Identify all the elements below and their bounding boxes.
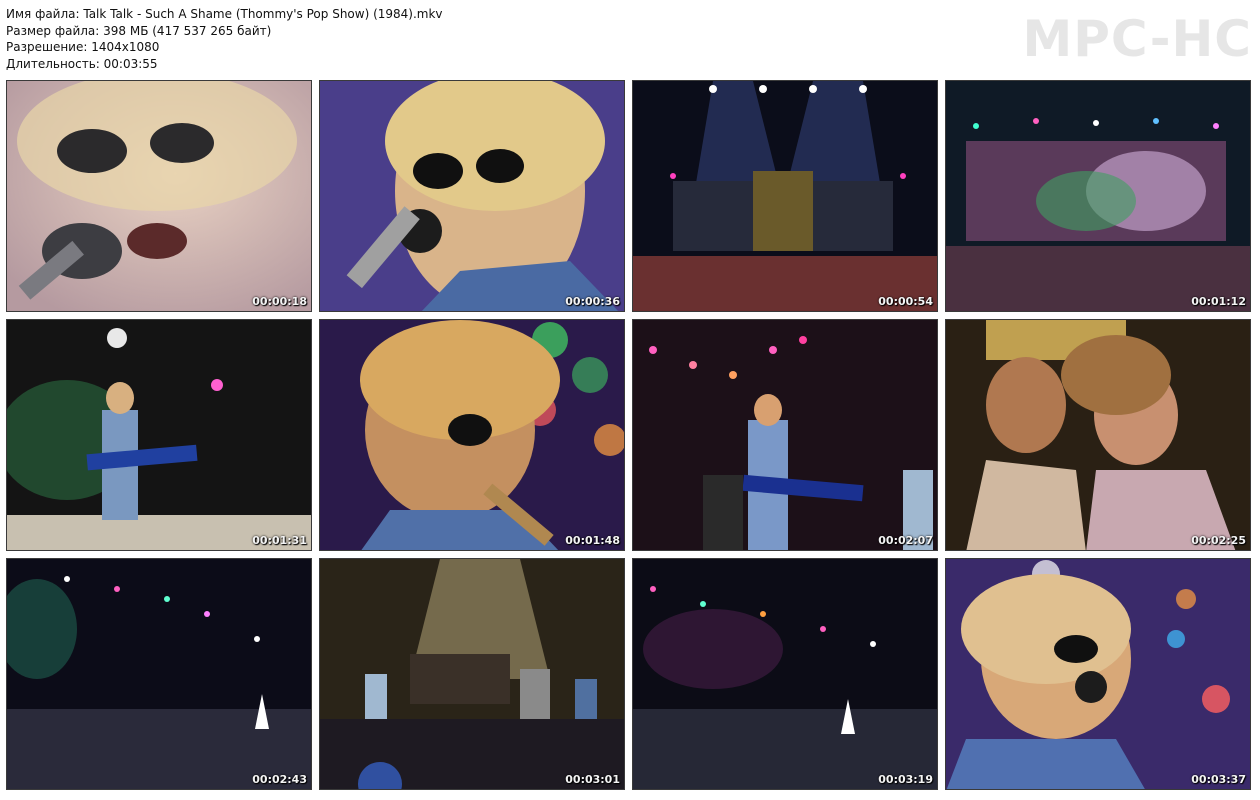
thumbnail[interactable]: 00:01:12 — [945, 80, 1251, 312]
thumbnail-grid: 00:00:18 00:00:36 00:00:54 00:01:12 00:0… — [0, 0, 1260, 800]
thumbnail-image — [320, 559, 624, 789]
thumbnail[interactable]: 00:02:07 — [632, 319, 938, 551]
thumbnail[interactable]: 00:03:01 — [319, 558, 625, 790]
thumbnail[interactable]: 00:03:19 — [632, 558, 938, 790]
thumbnail[interactable]: 00:03:37 — [945, 558, 1251, 790]
thumbnail-image — [946, 559, 1250, 789]
timestamp: 00:01:12 — [1191, 295, 1246, 308]
thumbnail-image — [633, 81, 937, 311]
thumbnail-image — [946, 320, 1250, 550]
thumbnail[interactable]: 00:02:25 — [945, 319, 1251, 551]
timestamp: 00:02:07 — [878, 534, 933, 547]
timestamp: 00:02:25 — [1191, 534, 1246, 547]
timestamp: 00:03:01 — [565, 773, 620, 786]
timestamp: 00:00:54 — [878, 295, 933, 308]
thumbnail[interactable]: 00:02:43 — [6, 558, 312, 790]
thumbnail-image — [320, 81, 624, 311]
timestamp: 00:03:37 — [1191, 773, 1246, 786]
thumbnail-image — [946, 81, 1250, 311]
thumbnail[interactable]: 00:00:18 — [6, 80, 312, 312]
thumbnail-image — [633, 559, 937, 789]
thumbnail[interactable]: 00:00:54 — [632, 80, 938, 312]
thumbnail[interactable]: 00:00:36 — [319, 80, 625, 312]
timestamp: 00:03:19 — [878, 773, 933, 786]
thumbnail-image — [7, 559, 311, 789]
thumbnail-image — [7, 320, 311, 550]
timestamp: 00:00:18 — [252, 295, 307, 308]
thumbnail[interactable]: 00:01:48 — [319, 319, 625, 551]
timestamp: 00:01:48 — [565, 534, 620, 547]
thumbnail-image — [633, 320, 937, 550]
thumbnail-image — [7, 81, 311, 311]
timestamp: 00:02:43 — [252, 773, 307, 786]
thumbnail-image — [320, 320, 624, 550]
timestamp: 00:00:36 — [565, 295, 620, 308]
timestamp: 00:01:31 — [252, 534, 307, 547]
thumbnail[interactable]: 00:01:31 — [6, 319, 312, 551]
